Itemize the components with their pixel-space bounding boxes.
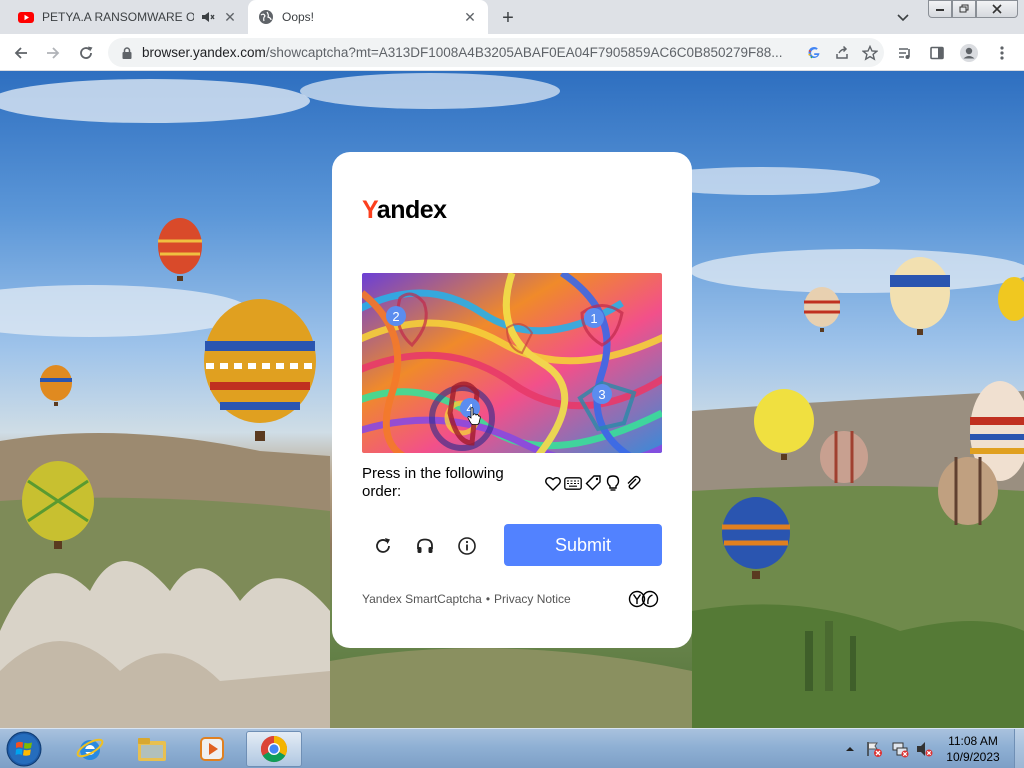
tab-search-chevron-icon[interactable]: [892, 8, 914, 28]
balloon: [998, 277, 1024, 321]
balloon: [158, 218, 202, 281]
browser-toolbar: browser.yandex.com/showcaptcha?mt=A313DF…: [0, 34, 1024, 71]
balloon: [820, 431, 868, 483]
kebab-menu-icon[interactable]: [989, 40, 1015, 66]
yandex-logo: Yandex: [362, 196, 447, 224]
profile-avatar-icon[interactable]: [956, 40, 982, 66]
url-path: /showcaptcha?mt=A313DF1008A4B3205ABAF0EA…: [265, 45, 783, 60]
captcha-image[interactable]: 1 2 3 4: [362, 273, 662, 453]
captcha-footer: Yandex SmartCaptcha • Privacy Notice: [362, 592, 571, 606]
price-tag-icon: [584, 474, 602, 492]
info-button[interactable]: [454, 533, 480, 559]
footer-separator: •: [485, 592, 491, 606]
minimize-button[interactable]: [928, 0, 952, 18]
yandex-smartcaptcha-logo-icon: [628, 590, 662, 608]
balloon: [204, 299, 316, 441]
click-marker-2[interactable]: 2: [386, 306, 406, 326]
clock-time: 11:08 AM: [948, 734, 998, 748]
submit-button[interactable]: Submit: [504, 524, 662, 566]
side-panel-icon[interactable]: [924, 40, 950, 66]
network-icon[interactable]: [888, 735, 912, 763]
tab-title: PETYA.A RANSOMWARE ON: [42, 10, 194, 24]
balloon: [804, 287, 840, 332]
close-tab-icon[interactable]: ✕: [462, 9, 478, 25]
google-lens-icon[interactable]: [800, 39, 828, 67]
click-marker-3[interactable]: 3: [592, 384, 612, 404]
keyboard-icon: [564, 474, 582, 492]
url-host: browser.yandex.com: [142, 45, 266, 60]
balloon: [938, 457, 998, 525]
windows-taskbar: 11:08 AM 10/9/2023: [0, 728, 1024, 768]
tab-strip: PETYA.A RANSOMWARE ON ✕ Oops! ✕ +: [0, 0, 1024, 34]
internet-explorer-icon[interactable]: [62, 731, 118, 767]
lightbulb-icon: [604, 474, 622, 492]
back-arrow-icon[interactable]: [8, 40, 34, 66]
chrome-taskbar-icon[interactable]: [246, 731, 302, 767]
forward-arrow-icon[interactable]: [40, 40, 66, 66]
captcha-card: Yandex 1 2 3 4 Press in the following or…: [332, 152, 692, 648]
speaker-muted-icon[interactable]: [200, 9, 216, 25]
click-marker-1[interactable]: 1: [584, 308, 604, 328]
tab-youtube[interactable]: PETYA.A RANSOMWARE ON ✕: [8, 0, 248, 34]
new-tab-button[interactable]: +: [496, 6, 520, 30]
show-hidden-icons-chevron-icon[interactable]: [842, 735, 858, 763]
address-bar[interactable]: browser.yandex.com/showcaptcha?mt=A313DF…: [108, 38, 884, 67]
action-center-flag-icon[interactable]: [862, 735, 886, 763]
media-player-icon[interactable]: [184, 731, 240, 767]
system-clock[interactable]: 11:08 AM 10/9/2023: [936, 733, 1010, 765]
file-explorer-icon[interactable]: [124, 731, 180, 767]
youtube-icon: [18, 12, 34, 23]
refresh-captcha-button[interactable]: [370, 533, 396, 559]
captcha-instruction: Press in the following order:: [362, 465, 504, 500]
url-text[interactable]: browser.yandex.com/showcaptcha?mt=A313DF…: [142, 45, 800, 60]
share-icon[interactable]: [828, 39, 856, 67]
media-control-icon[interactable]: [892, 40, 918, 66]
tab-title: Oops!: [282, 10, 315, 24]
paperclip-icon: [624, 474, 642, 492]
balloon: [890, 257, 950, 335]
hand-cursor-icon: [467, 407, 481, 425]
reload-icon[interactable]: [73, 40, 99, 66]
show-desktop-button[interactable]: [1014, 729, 1024, 768]
privacy-notice-link[interactable]: Privacy Notice: [494, 592, 571, 606]
captcha-order-icons: [544, 474, 642, 492]
page-background: Yandex 1 2 3 4 Press in the following or…: [0, 71, 1024, 728]
close-window-button[interactable]: [976, 0, 1018, 18]
heart-outline-icon: [544, 474, 562, 492]
lock-icon[interactable]: [120, 46, 134, 60]
volume-muted-icon[interactable]: [912, 735, 936, 763]
balloon: [40, 365, 72, 406]
audio-captcha-button[interactable]: [412, 533, 438, 559]
close-tab-icon[interactable]: ✕: [222, 9, 238, 25]
tab-oops[interactable]: Oops! ✕: [248, 0, 488, 34]
smartcaptcha-link[interactable]: Yandex SmartCaptcha: [362, 592, 482, 606]
globe-icon: [259, 10, 273, 24]
bookmark-star-icon[interactable]: [856, 39, 884, 67]
restore-button[interactable]: [952, 0, 976, 18]
start-button[interactable]: [4, 730, 44, 768]
clock-date: 10/9/2023: [946, 750, 1000, 764]
